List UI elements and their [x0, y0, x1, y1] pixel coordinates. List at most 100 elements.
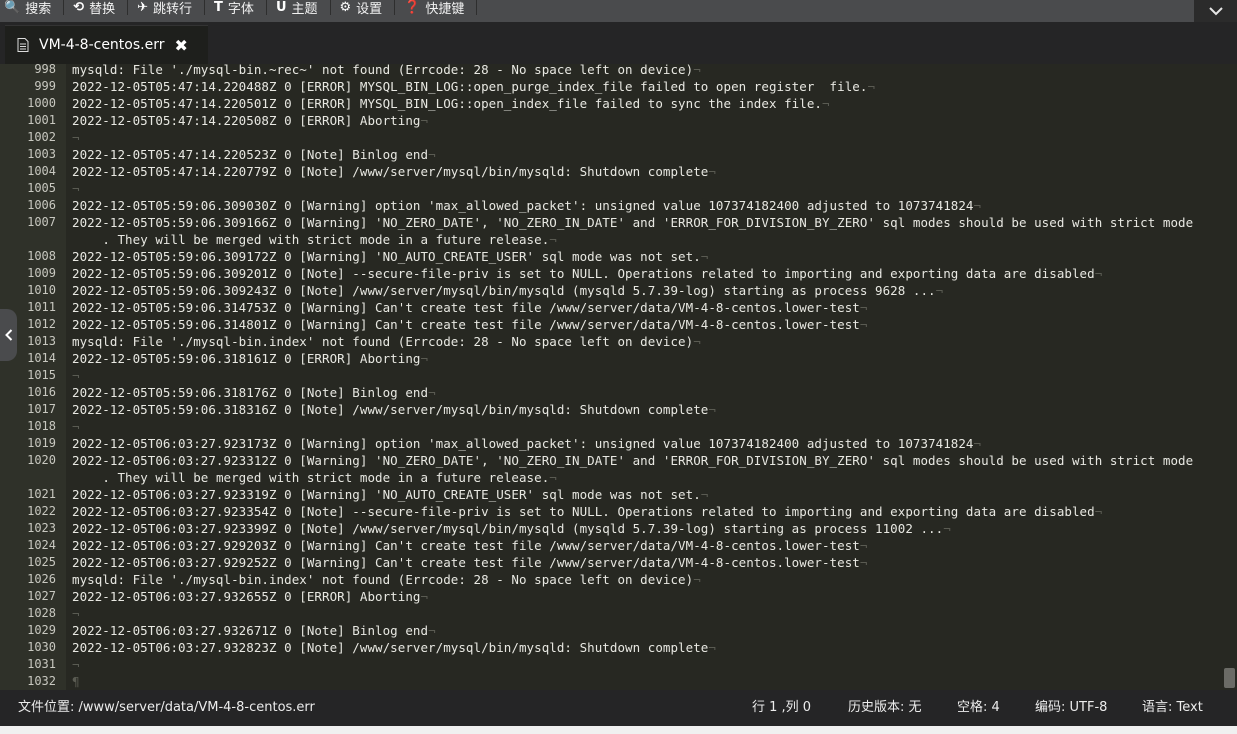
end-of-line-marker: ¬ — [420, 113, 429, 128]
menu-item-font[interactable]: T 字体 — [205, 0, 267, 17]
theme-icon: U — [275, 0, 287, 15]
line-text: mysqld: File './mysql-bin.index' not fou… — [72, 333, 1217, 350]
line-text: 2022-12-05T05:47:14.220501Z 0 [ERROR] MY… — [72, 95, 1217, 112]
line-number: 1024 — [27, 538, 56, 552]
line-text: 2022-12-05T05:59:06.309243Z 0 [Note] /ww… — [72, 282, 1217, 299]
status-cursor-position[interactable]: 行 1 ,列 0 — [752, 690, 811, 726]
end-of-line-marker: ¬ — [859, 555, 868, 570]
status-file-path: 文件位置: /www/server/data/VM-4-8-centos.err — [18, 700, 315, 715]
menu-item-label: 字体 — [227, 2, 254, 17]
line-number: 1003 — [27, 147, 56, 161]
line-text: 2022-12-05T05:59:06.314753Z 0 [Warning] … — [72, 299, 1217, 316]
line-text: 2022-12-05T05:59:06.309166Z 0 [Warning] … — [72, 214, 1217, 248]
end-of-line-marker: ¬ — [420, 589, 429, 604]
line-text: 2022-12-05T06:03:27.923319Z 0 [Warning] … — [72, 486, 1217, 503]
code-line: 1021 2022-12-05T06:03:27.923319Z 0 [Warni… — [0, 486, 1222, 503]
menu-item-label: 主题 — [291, 2, 318, 17]
line-content: 2022-12-05T06:03:27.923173Z 0 [Warning] … — [72, 436, 974, 451]
line-text: 2022-12-05T05:59:06.318316Z 0 [Note] /ww… — [72, 401, 1217, 418]
menu-item-gear[interactable]: ⚙ 设置 — [331, 0, 396, 17]
end-of-line-marker: ¬ — [428, 385, 436, 400]
line-content: 2022-12-05T06:03:27.929252Z 0 [Warning] … — [72, 555, 860, 570]
line-content: 2022-12-05T05:59:06.314801Z 0 [Warning] … — [72, 317, 860, 332]
code-line: 1032 ¶ — [0, 673, 1222, 690]
line-number: 1022 — [27, 504, 56, 518]
end-of-line-marker: ¬ — [700, 487, 709, 502]
window-bottom-edge — [0, 726, 1237, 734]
code-line: 999 2022-12-05T05:47:14.220488Z 0 [ERROR]… — [0, 78, 1222, 95]
vertical-scrollbar[interactable] — [1222, 64, 1237, 690]
code-editor[interactable]: 998 mysqld: File './mysql-bin.~rec~' not … — [0, 64, 1237, 690]
line-number: 1019 — [27, 436, 56, 450]
line-content: 2022-12-05T05:47:14.220523Z 0 [Note] Bin… — [72, 147, 429, 162]
menu-item-label: 跳转行 — [153, 2, 193, 17]
menu-item-label: 替换 — [89, 2, 116, 17]
line-text: 2022-12-05T05:47:14.220779Z 0 [Note] /ww… — [72, 163, 1217, 180]
end-of-line-marker: ¬ — [700, 249, 709, 264]
end-of-line-marker: ¬ — [935, 283, 944, 298]
code-line: 1022 2022-12-05T06:03:27.923354Z 0 [Note]… — [0, 503, 1222, 520]
line-number: 1008 — [27, 249, 56, 263]
status-language[interactable]: 语言: Text — [1142, 690, 1203, 726]
line-number: 1018 — [27, 419, 56, 433]
code-line: 1024 2022-12-05T06:03:27.929203Z 0 [Warni… — [0, 537, 1222, 554]
line-text: 2022-12-05T05:59:06.309172Z 0 [Warning] … — [72, 248, 1217, 265]
menu-item-replace[interactable]: ⟲ 替换 — [64, 0, 129, 17]
line-text: 2022-12-05T06:03:27.923399Z 0 [Note] /ww… — [72, 520, 1217, 537]
line-content: 2022-12-05T05:47:14.220508Z 0 [ERROR] Ab… — [72, 113, 421, 128]
line-content: 2022-12-05T05:59:06.309166Z 0 [Warning] … — [72, 215, 1194, 230]
status-encoding[interactable]: 编码: UTF-8 — [1035, 690, 1107, 726]
line-number: 1031 — [27, 657, 56, 671]
end-of-line-marker: ¬ — [549, 470, 557, 485]
end-of-line-marker: ¬ — [867, 79, 876, 94]
menu-item-jump[interactable]: ✈ 跳转行 — [128, 0, 206, 17]
scrollbar-thumb[interactable] — [1224, 668, 1235, 688]
line-content: 2022-12-05T05:59:06.309243Z 0 [Note] /ww… — [72, 283, 936, 298]
code-line: 1020 2022-12-05T06:03:27.923312Z 0 [Warni… — [0, 452, 1222, 486]
line-text: 2022-12-05T05:59:06.309030Z 0 [Warning] … — [72, 197, 1217, 214]
end-of-line-marker: ¬ — [973, 436, 982, 451]
line-number: 1007 — [27, 215, 56, 229]
line-content: 2022-12-05T06:03:27.923354Z 0 [Note] --s… — [72, 504, 1095, 519]
end-of-line-marker: ¬ — [72, 419, 80, 434]
end-of-line-marker: ¬ — [822, 96, 830, 111]
line-text: 2022-12-05T05:59:06.309201Z 0 [Note] --s… — [72, 265, 1217, 282]
code-line: 1023 2022-12-05T06:03:27.923399Z 0 [Note]… — [0, 520, 1222, 537]
code-line: 1007 2022-12-05T05:59:06.309166Z 0 [Warni… — [0, 214, 1222, 248]
line-text: mysqld: File './mysql-bin.index' not fou… — [72, 571, 1217, 588]
line-content: mysqld: File './mysql-bin.index' not fou… — [72, 572, 694, 587]
line-content: 2022-12-05T05:47:14.220779Z 0 [Note] /ww… — [72, 164, 709, 179]
code-line: 1027 2022-12-05T06:03:27.932655Z 0 [ERROR… — [0, 588, 1222, 605]
code-line: 1002 ¬ — [0, 129, 1222, 146]
menu-item-label: 快捷键 — [425, 2, 465, 17]
code-line: 1000 2022-12-05T05:47:14.220501Z 0 [ERROR… — [0, 95, 1222, 112]
code-line: 1019 2022-12-05T06:03:27.923173Z 0 [Warni… — [0, 435, 1222, 452]
line-content: 2022-12-05T06:03:27.932671Z 0 [Note] Bin… — [72, 623, 429, 638]
line-text: 2022-12-05T06:03:27.929252Z 0 [Warning] … — [72, 554, 1217, 571]
sidebar-toggle-button[interactable] — [0, 309, 17, 361]
code-line: 1001 2022-12-05T05:47:14.220508Z 0 [ERROR… — [0, 112, 1222, 129]
end-of-line-marker: ¬ — [1094, 266, 1103, 281]
code-line: 1031 ¬ — [0, 656, 1222, 673]
menu-item-theme[interactable]: U 主题 — [267, 0, 331, 17]
menu-item-search[interactable]: 🔍 搜索 — [0, 0, 65, 17]
close-icon[interactable]: ✖ — [175, 36, 188, 55]
end-of-line-marker: ¬ — [72, 181, 80, 196]
line-number: 1005 — [27, 181, 56, 195]
line-number: 1015 — [27, 368, 56, 382]
menu-bar: 🔍 搜索 ⟲ 替换 ✈ 跳转行 T 字体 U 主题 ⚙ 设置 ❓ 快捷键 — [0, 0, 1237, 22]
end-of-line-marker: ¬ — [859, 317, 868, 332]
status-indent-spaces[interactable]: 空格: 4 — [957, 690, 1000, 726]
tab-file[interactable]: VM-4-8-centos.err ✖ — [5, 25, 208, 64]
collapse-menu-button[interactable] — [1194, 0, 1237, 22]
line-wrap-continuation: . They will be merged with strict mode i… — [72, 232, 550, 247]
menu-item-help[interactable]: ❓ 快捷键 — [395, 0, 478, 17]
line-text: ¬ — [72, 605, 1217, 622]
status-history-version[interactable]: 历史版本: 无 — [848, 690, 922, 726]
line-content: 2022-12-05T05:59:06.309030Z 0 [Warning] … — [72, 198, 974, 213]
code-line: 1009 2022-12-05T05:59:06.309201Z 0 [Note]… — [0, 265, 1222, 282]
line-number: 1002 — [27, 130, 56, 144]
line-text: 2022-12-05T05:59:06.318161Z 0 [ERROR] Ab… — [72, 350, 1217, 367]
line-number: 999 — [34, 79, 56, 93]
line-content: 2022-12-05T05:59:06.318161Z 0 [ERROR] Ab… — [72, 351, 421, 366]
